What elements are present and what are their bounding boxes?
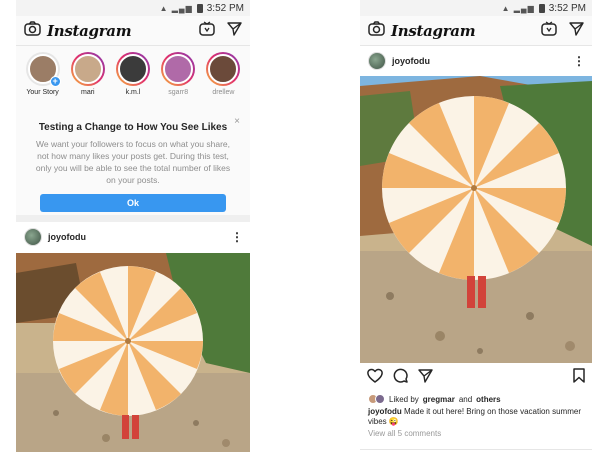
igtv-icon[interactable] <box>199 20 215 41</box>
post-header: joyofodu ⋮ <box>360 46 592 76</box>
liked-by-others[interactable]: others <box>476 395 500 404</box>
status-bar: ▲ ▂▄▆ 3:52 PM <box>16 0 250 16</box>
post-photo[interactable] <box>16 253 250 452</box>
post-header: joyofodu ⋮ <box>16 222 250 252</box>
left-screen: ▲ ▂▄▆ 3:52 PM Instagram + Your Story mar… <box>16 0 250 452</box>
story-sgarr8[interactable]: sgarr8 <box>158 52 199 108</box>
paper-plane-icon[interactable] <box>227 21 242 41</box>
more-vertical-icon[interactable]: ⋮ <box>573 54 585 68</box>
story-name: sgarr8 <box>168 89 189 96</box>
close-icon[interactable]: × <box>234 116 240 127</box>
more-vertical-icon[interactable]: ⋮ <box>231 230 243 244</box>
camera-icon[interactable] <box>368 20 385 41</box>
story-your-story[interactable]: + Your Story <box>22 52 63 108</box>
story-avatar <box>70 52 105 86</box>
story-drellew[interactable]: drellew <box>203 52 244 108</box>
right-screen: ▲ ▂▄▆ 3:52 PM Instagram joyofodu ⋮ Liked… <box>360 0 592 452</box>
status-time: 3:52 PM <box>206 2 244 14</box>
app-header: Instagram <box>16 16 250 46</box>
post-photo[interactable] <box>360 76 592 363</box>
story-avatar <box>206 52 241 86</box>
app-header: Instagram <box>360 16 592 46</box>
liked-by-prefix: Liked by <box>389 394 419 404</box>
battery-icon <box>538 3 545 13</box>
likes-test-notice: × Testing a Change to How You See Likes … <box>16 110 250 222</box>
share-icon[interactable] <box>418 368 433 388</box>
signal-icon: ▲ ▂▄▆ <box>501 3 535 13</box>
view-comments-link[interactable]: View all 5 comments <box>360 427 592 440</box>
camera-icon[interactable] <box>24 20 41 41</box>
instagram-logo: Instagram <box>47 21 132 40</box>
story-name: drellew <box>212 89 235 96</box>
heart-icon[interactable] <box>367 368 383 388</box>
post-actions <box>360 363 592 393</box>
signal-icon: ▲ ▂▄▆ <box>159 3 193 13</box>
notice-body: We want your followers to focus on what … <box>35 139 231 185</box>
avatar[interactable] <box>24 228 42 246</box>
status-bar: ▲ ▂▄▆ 3:52 PM <box>360 0 592 16</box>
comment-icon[interactable] <box>393 368 408 388</box>
liked-by-user[interactable]: gregmar <box>423 395 455 404</box>
umbrella-photo <box>360 76 592 363</box>
post-caption: joyofodu Made it out here! Bring on thos… <box>360 405 592 427</box>
add-story-icon: + <box>49 76 61 87</box>
battery-icon <box>196 3 203 13</box>
liked-by-and: and <box>458 394 473 404</box>
paper-plane-icon[interactable] <box>569 21 584 41</box>
instagram-logo: Instagram <box>391 21 476 40</box>
post-username[interactable]: joyofodu <box>392 56 430 66</box>
avatar[interactable] <box>368 52 386 70</box>
story-name: k.m.l <box>125 89 141 96</box>
stories-tray: + Your Story mari k.m.l sgarr8 drellew <box>16 46 250 110</box>
story-kml[interactable]: k.m.l <box>112 52 153 108</box>
divider <box>360 449 592 450</box>
story-name: Your Story <box>26 89 59 96</box>
story-mari[interactable]: mari <box>67 52 108 108</box>
caption-username[interactable]: joyofodu <box>368 407 402 416</box>
story-avatar: + <box>25 52 61 87</box>
liker-avatars <box>368 394 385 404</box>
ok-button[interactable]: Ok <box>40 194 226 212</box>
igtv-icon[interactable] <box>541 20 557 41</box>
story-name: mari <box>80 89 95 96</box>
story-avatar <box>161 52 196 86</box>
umbrella-photo <box>16 253 250 452</box>
notice-title: Testing a Change to How You See Likes <box>38 122 228 133</box>
liked-by-row[interactable]: Liked by gregmar and others <box>360 393 592 405</box>
story-avatar <box>116 52 150 86</box>
post-username[interactable]: joyofodu <box>48 232 86 242</box>
bookmark-icon[interactable] <box>573 368 585 388</box>
status-time: 3:52 PM <box>548 2 586 14</box>
